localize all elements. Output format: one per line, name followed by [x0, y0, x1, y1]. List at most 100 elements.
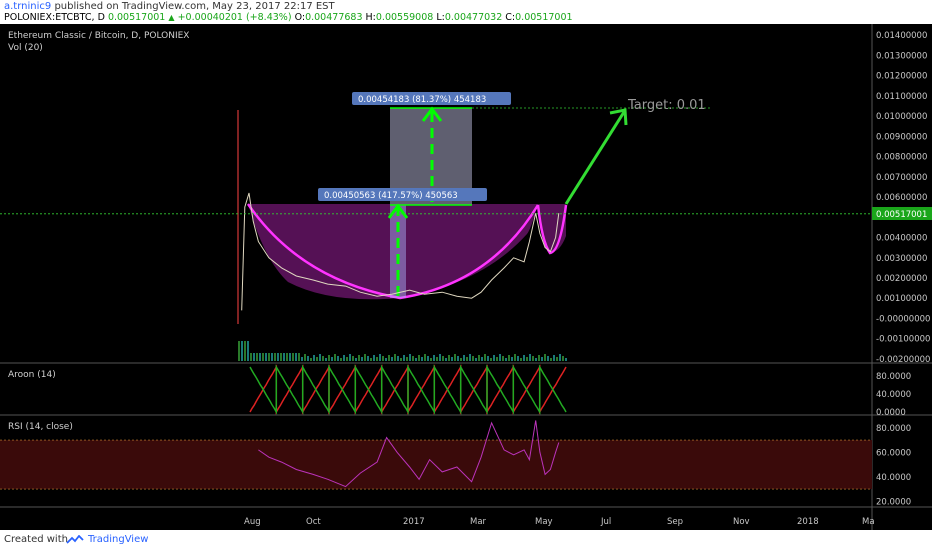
- price-tick-label: 0.00100000: [876, 294, 927, 304]
- volume-bar: [394, 354, 396, 361]
- price-tick-label: 0.00900000: [876, 132, 927, 142]
- price-tick-label: 0.00200000: [876, 274, 927, 284]
- aroon-indicator: [249, 364, 567, 415]
- volume-bar: [301, 357, 303, 361]
- price-tick-label: -0.00000000: [876, 314, 930, 324]
- volume-bar: [286, 353, 288, 361]
- time-tick-label: Mar: [470, 517, 487, 527]
- volume-bar: [292, 353, 294, 361]
- price-tick-label: 0.00700000: [876, 173, 927, 183]
- volume-bar: [544, 354, 546, 361]
- volume-bar: [289, 353, 291, 361]
- volume-bar: [274, 353, 276, 361]
- volume-bar: [475, 358, 477, 361]
- volume-bar: [460, 358, 462, 361]
- price-tick-label: 0.00300000: [876, 254, 927, 264]
- volume-bar: [331, 357, 333, 361]
- volume-bar: [412, 356, 414, 361]
- volume-bar: [529, 354, 531, 361]
- up-arrow-icon: ▲: [168, 13, 175, 22]
- price-axis: 0.01400000 0.01300000 0.01200000 0.01100000…: [876, 31, 930, 365]
- volume-bar: [349, 354, 351, 361]
- volume-bar: [346, 357, 348, 361]
- time-tick-label: 2018: [797, 517, 819, 527]
- volume-bar: [493, 355, 495, 361]
- volume-bar: [430, 358, 432, 361]
- low-label: L:: [436, 12, 445, 23]
- volume-bar: [328, 355, 330, 361]
- price-tick-label: 0.01300000: [876, 51, 927, 61]
- publish-text: published on TradingView.com, May 23, 20…: [54, 1, 335, 12]
- volume-bar: [421, 357, 423, 361]
- volume-bar: [541, 357, 543, 361]
- time-tick-label: Nov: [733, 517, 750, 527]
- volume-bar: [451, 357, 453, 361]
- target-label: Target: 0.01: [627, 98, 706, 113]
- high-label: H:: [365, 12, 376, 23]
- time-tick-label: Sep: [667, 517, 683, 527]
- volume-bar: [439, 354, 441, 361]
- volume-bar: [280, 353, 282, 361]
- rsi-tick-label: 40.0000: [876, 473, 911, 483]
- last-price: 0.00517001: [107, 12, 166, 23]
- target-arrow: [564, 108, 628, 205]
- volume-bar: [556, 357, 558, 361]
- volume-bar: [370, 358, 372, 361]
- volume-bar: [562, 356, 564, 361]
- volume-bar: [472, 356, 474, 361]
- chart-title: Ethereum Classic / Bitcoin, D, POLONIEX: [8, 31, 189, 41]
- volume-bar: [448, 355, 450, 361]
- volume-bar: [334, 354, 336, 361]
- volume-bar: [433, 355, 435, 361]
- volume-bar: [307, 356, 309, 361]
- rsi-tick-label: 60.0000: [876, 448, 911, 458]
- price-tick-label: 0.01400000: [876, 31, 927, 41]
- volume-bar: [445, 358, 447, 361]
- volume-bar: [508, 355, 510, 361]
- volume-bar: [250, 353, 252, 361]
- volume-bar: [397, 356, 399, 361]
- volume-bar: [316, 357, 318, 361]
- volume-bar: [442, 356, 444, 361]
- symbol: POLONIEX:ETCBTC, D: [4, 12, 105, 23]
- volume-bar: [418, 355, 420, 361]
- volume-bar: [262, 353, 264, 361]
- volume-bar: [532, 356, 534, 361]
- volume-bar: [406, 357, 408, 361]
- publish-header: a.trninic9 published on TradingView.com,…: [0, 0, 932, 24]
- chart-area[interactable]: 0.01400000 0.01300000 0.01200000 0.01100000…: [0, 24, 932, 530]
- volume-bar: [469, 354, 471, 361]
- measure-label-top: 0.00454183 (81.37%) 454183: [358, 95, 486, 105]
- volume-bar: [325, 358, 327, 361]
- price-tick-label: 0.01100000: [876, 92, 927, 102]
- price-tick-label: 0.00400000: [876, 234, 927, 244]
- time-tick-label: Jul: [600, 517, 611, 527]
- symbol-ohlc-line: POLONIEX:ETCBTC, D 0.00517001 ▲ +0.00040…: [4, 12, 573, 23]
- aroon-tick-label: 0.0000: [876, 408, 906, 418]
- volume-bar: [304, 354, 306, 361]
- volume-label: Vol (20): [8, 43, 43, 53]
- volume-bar: [298, 353, 300, 361]
- volume-bar: [517, 356, 519, 361]
- aroon-axis: 80.0000 40.0000 0.0000: [876, 372, 911, 418]
- volume-bar: [340, 358, 342, 361]
- chart-svg[interactable]: 0.01400000 0.01300000 0.01200000 0.01100000…: [0, 24, 932, 530]
- volume-bar: [364, 354, 366, 361]
- volume-bar: [388, 355, 390, 361]
- volume-bar: [505, 358, 507, 361]
- volume-bar: [310, 358, 312, 361]
- volume-bar: [385, 358, 387, 361]
- cup-depth-box: [390, 205, 406, 298]
- volume-bar: [277, 353, 279, 361]
- author-link[interactable]: a.trninic9: [4, 1, 51, 12]
- time-tick-label: Ma: [862, 517, 875, 527]
- tradingview-brand-link[interactable]: TradingView: [88, 534, 148, 545]
- volume-bar: [244, 341, 246, 361]
- volume-bar: [547, 356, 549, 361]
- volume-bar: [271, 353, 273, 361]
- volume-bar: [259, 353, 261, 361]
- volume-bar: [496, 357, 498, 361]
- rsi-band: [0, 440, 872, 490]
- volume-bar: [391, 357, 393, 361]
- created-with-text: Created with: [4, 534, 68, 545]
